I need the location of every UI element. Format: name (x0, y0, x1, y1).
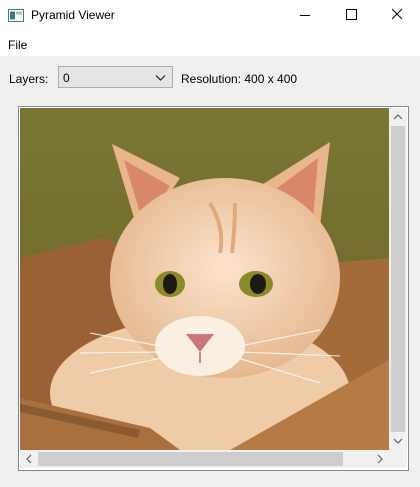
window-title: Pyramid Viewer (31, 8, 115, 22)
toolbar: Layers: 0 Resolution: 400 x 400 (0, 56, 420, 98)
scrollbar-corner (389, 450, 407, 468)
image-viewer[interactable] (18, 106, 409, 471)
scroll-down-button[interactable] (389, 432, 407, 450)
close-button[interactable] (374, 0, 420, 32)
chevron-down-icon (155, 75, 166, 81)
layers-dropdown[interactable]: 0 (58, 66, 173, 88)
layers-label: Layers: (9, 72, 49, 86)
maximize-button[interactable] (328, 0, 374, 32)
scroll-right-arrow-icon (377, 454, 383, 464)
scroll-left-button[interactable] (20, 450, 38, 468)
maximize-icon (346, 9, 357, 20)
horizontal-scrollbar[interactable] (20, 450, 389, 468)
minimize-button[interactable] (282, 0, 328, 32)
title-bar: Pyramid Viewer (0, 0, 420, 32)
close-icon (391, 8, 403, 20)
cat-in-box-image (20, 108, 389, 450)
horizontal-scroll-thumb[interactable] (38, 452, 343, 466)
app-window-icon (8, 9, 24, 22)
scroll-right-button[interactable] (371, 450, 389, 468)
image-canvas (20, 108, 389, 450)
scroll-up-button[interactable] (389, 108, 407, 126)
menu-file[interactable]: File (8, 38, 27, 52)
resolution-label: Resolution: 400 x 400 (181, 72, 298, 86)
vertical-scrollbar[interactable] (389, 108, 407, 450)
layers-dropdown-value: 0 (63, 71, 70, 85)
minimize-icon (300, 15, 310, 16)
menu-bar: File (0, 32, 420, 56)
vertical-scroll-thumb[interactable] (391, 126, 405, 432)
scroll-down-arrow-icon (393, 438, 403, 444)
scroll-left-arrow-icon (26, 454, 32, 464)
scroll-up-arrow-icon (393, 114, 403, 120)
